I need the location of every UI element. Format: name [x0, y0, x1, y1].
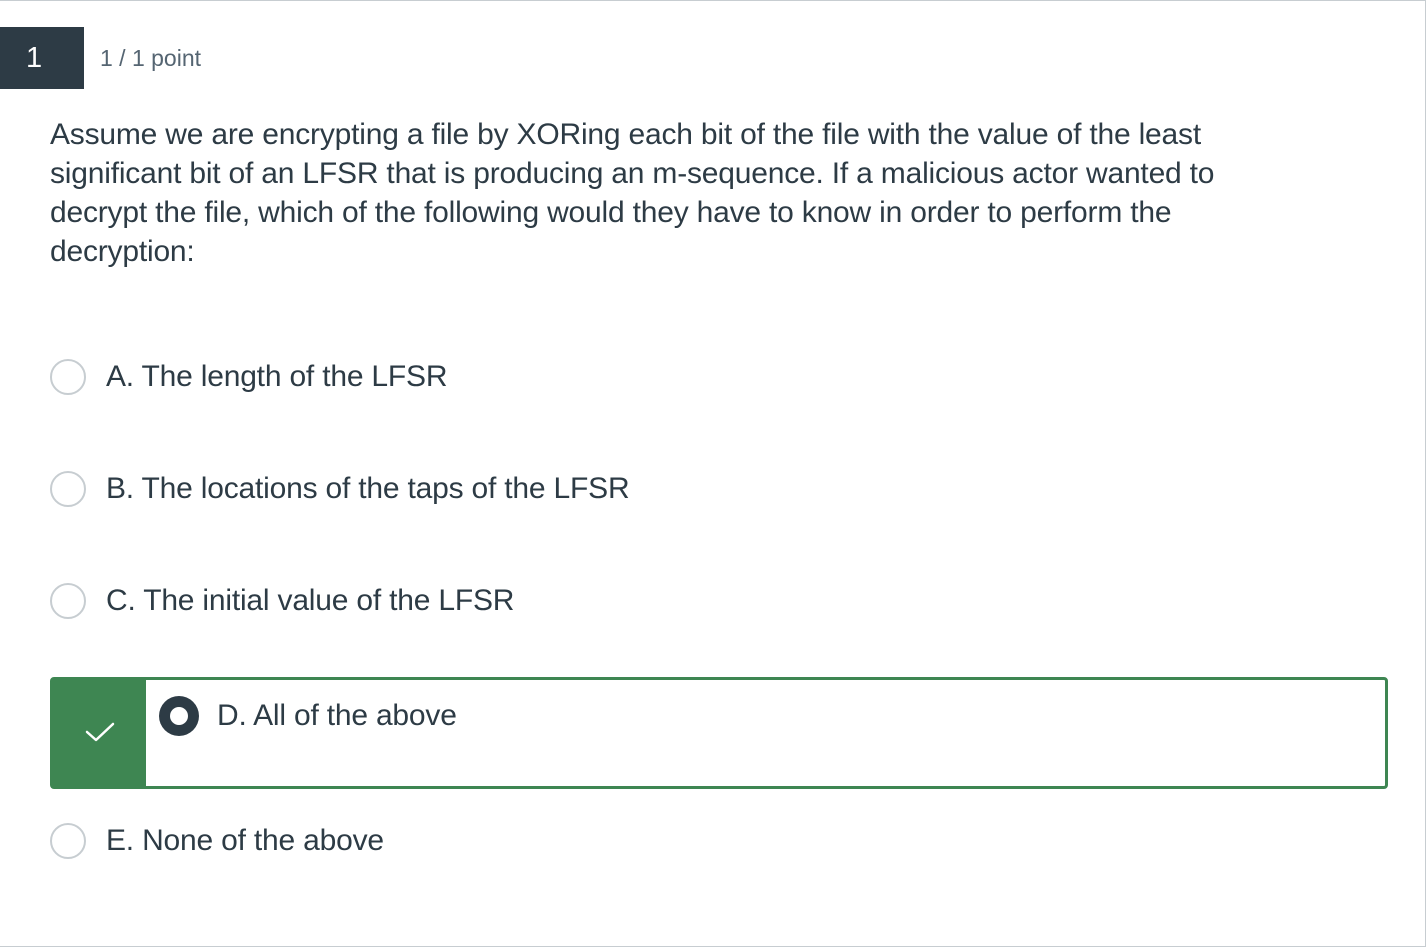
question-score: 1 / 1 point — [100, 45, 202, 71]
quiz-question-card: 1 1 / 1 point Assume we are encrypting a… — [0, 0, 1426, 947]
question-number: 1 — [0, 27, 84, 89]
answer-label-b: B. The locations of the taps of the LFSR — [106, 472, 630, 505]
radio-button-a[interactable] — [50, 359, 86, 395]
check-icon — [85, 722, 115, 742]
answer-option-a[interactable]: A. The length of the LFSR — [50, 357, 448, 397]
answer-label-c: C. The initial value of the LFSR — [106, 584, 515, 617]
radio-button-c[interactable] — [50, 583, 86, 619]
correct-answer-box: D. All of the above — [50, 677, 1388, 789]
radio-button-e[interactable] — [50, 823, 86, 859]
answer-label-e: E. None of the above — [106, 824, 384, 857]
answer-option-e[interactable]: E. None of the above — [50, 821, 384, 861]
radio-button-d-selected[interactable] — [159, 696, 199, 736]
answer-label-d: D. All of the above — [217, 699, 457, 732]
radio-button-b[interactable] — [50, 471, 86, 507]
answer-option-d[interactable]: D. All of the above — [159, 696, 457, 736]
question-text: Assume we are encrypting a file by XORin… — [50, 118, 1215, 268]
correct-indicator — [53, 680, 146, 786]
answer-label-a: A. The length of the LFSR — [106, 360, 448, 393]
answer-option-b[interactable]: B. The locations of the taps of the LFSR — [50, 469, 630, 509]
answer-option-c[interactable]: C. The initial value of the LFSR — [50, 581, 514, 621]
